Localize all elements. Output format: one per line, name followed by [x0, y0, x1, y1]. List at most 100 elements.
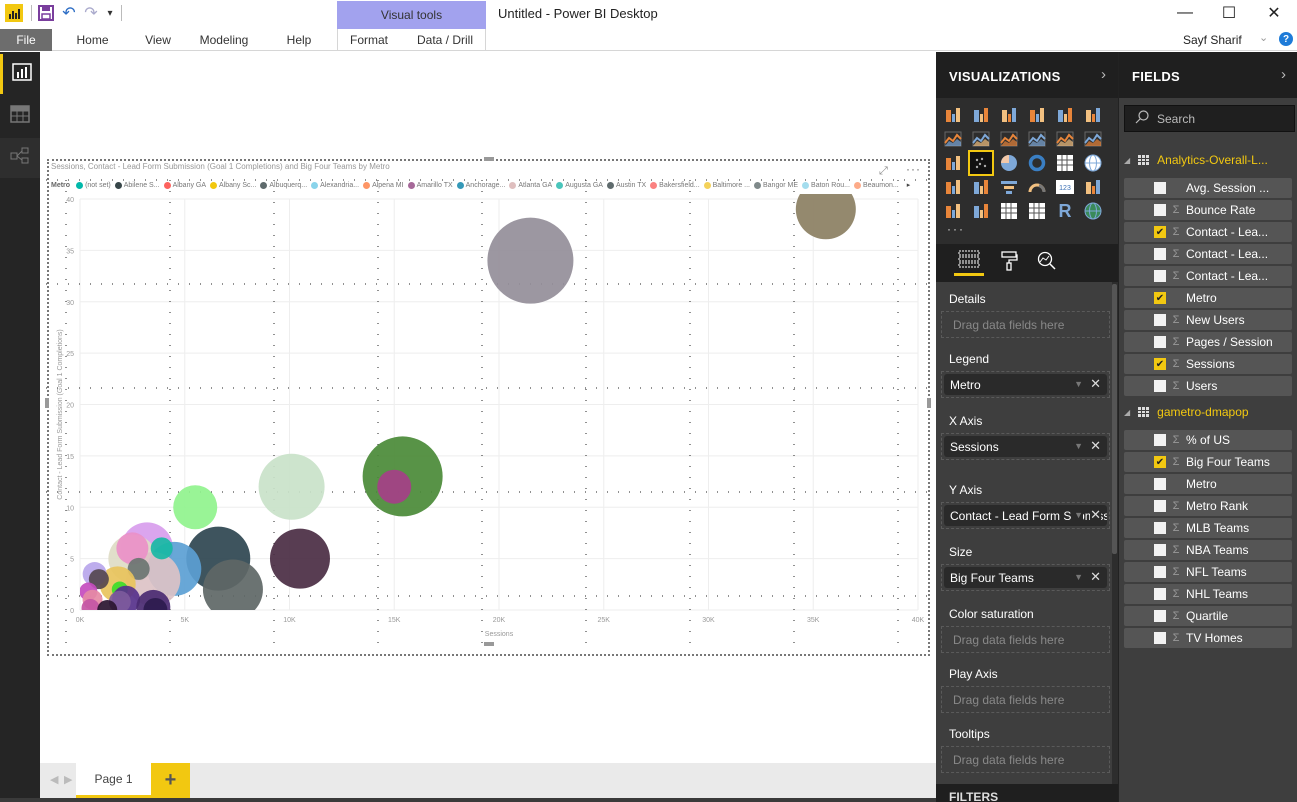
field-item[interactable]: Σ New Users: [1124, 310, 1292, 330]
arcgis-map-icon[interactable]: [1082, 200, 1104, 222]
well-field[interactable]: Contact - Lead Form Submission (Goal 1 C…: [941, 502, 1110, 529]
drop-zone[interactable]: Drag data fields here: [941, 686, 1110, 713]
customize-qat-icon[interactable]: ▾: [101, 4, 119, 22]
checkbox[interactable]: [1154, 632, 1166, 644]
focus-mode-icon[interactable]: ⤢: [879, 165, 888, 178]
remove-field-icon[interactable]: ✕: [1090, 376, 1101, 392]
report-view-button[interactable]: [0, 54, 40, 94]
field-item[interactable]: Σ TV Homes: [1124, 628, 1292, 648]
tab-home[interactable]: Home: [70, 29, 115, 51]
resize-handle[interactable]: [484, 157, 494, 161]
dropdown-arrow-icon[interactable]: ▼: [1072, 441, 1083, 451]
well-field[interactable]: Big Four Teams ▼ ✕: [941, 564, 1110, 591]
analytics-tab[interactable]: [1032, 250, 1062, 276]
field-item[interactable]: Metro: [1124, 474, 1292, 494]
bubble[interactable]: [258, 453, 325, 520]
table-icon[interactable]: [998, 200, 1020, 222]
field-pill[interactable]: Sessions ▼ ✕: [944, 436, 1107, 457]
line-chart-icon[interactable]: [942, 128, 964, 150]
minimize-button[interactable]: —: [1162, 0, 1208, 26]
legend-item[interactable]: Bakersfield...: [650, 181, 700, 189]
field-item[interactable]: Σ Contact - Lea...: [1124, 266, 1292, 286]
field-pill[interactable]: Big Four Teams ▼ ✕: [944, 567, 1107, 588]
bubble[interactable]: [173, 485, 218, 530]
area-chart-icon[interactable]: [970, 128, 992, 150]
more-visuals-icon[interactable]: ···: [947, 222, 965, 236]
field-item[interactable]: Σ % of US: [1124, 430, 1292, 450]
legend-item[interactable]: Anchorage...: [456, 181, 505, 189]
checkbox[interactable]: [1154, 336, 1166, 348]
tab-view[interactable]: View: [140, 29, 176, 51]
tab-modeling[interactable]: Modeling: [194, 29, 254, 51]
field-item[interactable]: ✔ Σ Sessions: [1124, 354, 1292, 374]
fields-tab[interactable]: [954, 250, 984, 276]
checkbox[interactable]: [1154, 588, 1166, 600]
tab-help[interactable]: Help: [280, 29, 318, 51]
bubble[interactable]: [487, 217, 574, 304]
legend-item[interactable]: Beaumon...: [853, 181, 899, 189]
waterfall-chart-icon[interactable]: [942, 152, 964, 174]
bubble[interactable]: [97, 600, 118, 620]
legend-item[interactable]: (not set): [76, 181, 111, 189]
field-item[interactable]: ✔ Metro: [1124, 288, 1292, 308]
filters-header[interactable]: FILTERS: [936, 784, 1118, 802]
ribbon-chart-icon[interactable]: [1082, 128, 1104, 150]
100-stacked-bar-chart-icon[interactable]: [1054, 104, 1076, 126]
legend-item[interactable]: Augusta GA: [556, 181, 603, 189]
field-item[interactable]: Avg. Session ...: [1124, 178, 1292, 198]
legend-item[interactable]: Albuquerq...: [260, 181, 307, 189]
well-field[interactable]: Metro ▼ ✕: [941, 371, 1110, 398]
legend-item[interactable]: Bangor ME: [754, 181, 798, 189]
drop-zone[interactable]: Drag data fields here: [941, 311, 1110, 338]
resize-handle[interactable]: [45, 398, 49, 408]
card-icon[interactable]: 123: [1054, 176, 1076, 198]
bubble[interactable]: [81, 598, 100, 617]
legend-item[interactable]: Albany GA: [163, 181, 206, 189]
tab-format[interactable]: Format: [344, 29, 394, 51]
legend-item[interactable]: Amarillo TX: [407, 181, 453, 189]
line-clustered-column-chart-icon[interactable]: [1054, 128, 1076, 150]
bubble[interactable]: [143, 598, 168, 622]
checkbox[interactable]: [1154, 248, 1166, 260]
slicer-icon[interactable]: [970, 200, 992, 222]
drop-zone[interactable]: Drag data fields here: [941, 746, 1110, 773]
maximize-button[interactable]: ☐: [1206, 0, 1252, 26]
legend-item[interactable]: Baton Rou...: [802, 181, 850, 189]
legend-item[interactable]: Alexandria...: [311, 181, 359, 189]
checkbox-checked[interactable]: ✔: [1154, 358, 1166, 370]
more-options-icon[interactable]: ···: [906, 162, 921, 176]
drop-zone[interactable]: Drag data fields here: [941, 626, 1110, 653]
dropdown-arrow-icon[interactable]: ▼: [1072, 572, 1083, 582]
checkbox-checked[interactable]: ✔: [1154, 456, 1166, 468]
field-pill[interactable]: Metro ▼ ✕: [944, 374, 1107, 395]
bubble[interactable]: [269, 528, 330, 589]
bubble[interactable]: [150, 537, 173, 560]
tab-file[interactable]: File: [0, 29, 52, 51]
field-item[interactable]: Σ Pages / Session: [1124, 332, 1292, 352]
page-tab-1[interactable]: Page 1: [76, 763, 151, 798]
expand-collapse-icon[interactable]: ◢: [1124, 408, 1130, 417]
checkbox[interactable]: [1154, 544, 1166, 556]
undo-icon[interactable]: ↶: [60, 4, 78, 22]
expand-collapse-icon[interactable]: ◢: [1124, 156, 1130, 165]
relationships-view-button[interactable]: [0, 138, 40, 178]
data-view-button[interactable]: [0, 96, 40, 136]
100-stacked-column-chart-icon[interactable]: [1082, 104, 1104, 126]
checkbox[interactable]: [1154, 500, 1166, 512]
checkbox[interactable]: [1154, 314, 1166, 326]
scatter-chart-icon[interactable]: [968, 150, 994, 176]
field-item[interactable]: Σ MLB Teams: [1124, 518, 1292, 538]
field-item[interactable]: ✔ Σ Big Four Teams: [1124, 452, 1292, 472]
legend-item[interactable]: Alpena MI: [363, 181, 404, 189]
user-name[interactable]: Sayf Sharif: [1183, 33, 1242, 47]
field-item[interactable]: Σ Users: [1124, 376, 1292, 396]
field-item[interactable]: Σ Quartile: [1124, 606, 1292, 626]
table-header[interactable]: ◢ gametro-dmapop: [1124, 402, 1249, 422]
clustered-bar-chart-icon[interactable]: [998, 104, 1020, 126]
wells-scrollbar[interactable]: [1112, 284, 1117, 554]
stacked-column-chart-icon[interactable]: [970, 104, 992, 126]
stacked-bar-chart-icon[interactable]: [942, 104, 964, 126]
dropdown-arrow-icon[interactable]: ▼: [1072, 379, 1083, 389]
shape-map-icon[interactable]: [970, 176, 992, 198]
resize-handle[interactable]: [927, 398, 931, 408]
